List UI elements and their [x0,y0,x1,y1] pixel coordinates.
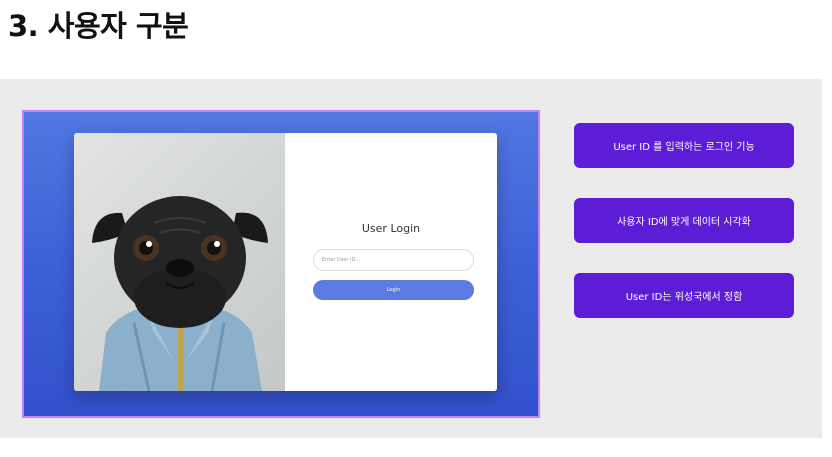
user-id-input[interactable] [313,249,474,271]
login-form: User Login Login [285,133,497,391]
login-button[interactable]: Login [313,280,474,300]
login-preview-frame[interactable]: User Login Login [22,110,540,418]
pug-dog-photo [74,133,285,391]
login-card: User Login Login [74,133,497,391]
login-title: User Login [361,222,421,235]
page-title: 3. 사용자 구분 [8,9,189,43]
feature-login-button[interactable]: User ID 를 입력하는 로그인 기능 [574,123,794,168]
content-section: User Login Login User ID 를 입력하는 로그인 기능 사… [0,79,822,438]
feature-visualization-button[interactable]: 사용자 ID에 맞게 데이터 시각화 [574,198,794,243]
feature-userid-source-button[interactable]: User ID는 위성국에서 정함 [574,273,794,318]
